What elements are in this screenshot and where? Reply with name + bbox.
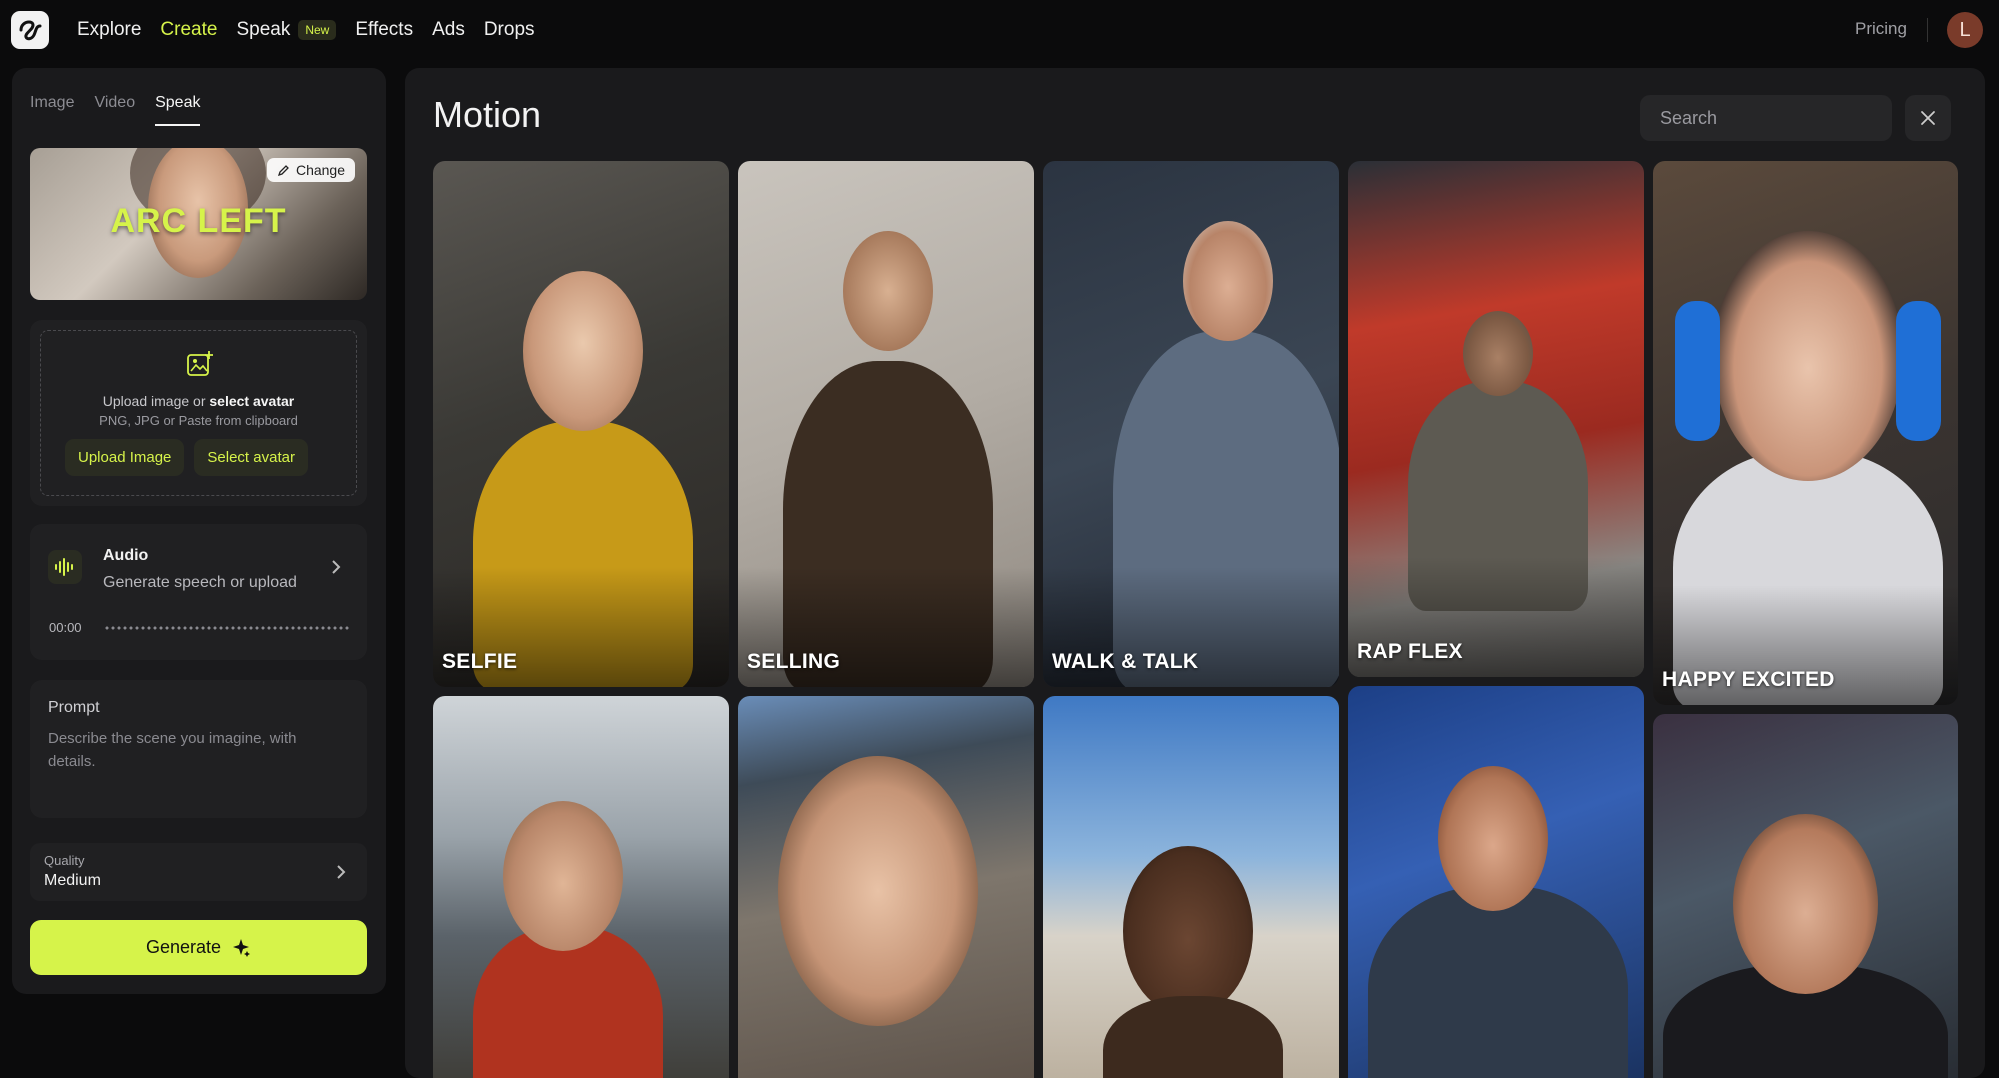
card-label: SELLING	[747, 650, 841, 673]
avatar-preview: ARC LEFT Change	[30, 148, 367, 300]
search-input[interactable]	[1640, 95, 1892, 141]
nav-create[interactable]: Create	[160, 19, 217, 41]
close-icon	[1921, 111, 1935, 125]
card-face	[1463, 311, 1533, 396]
prompt-title: Prompt	[48, 699, 100, 716]
motion-panel: Motion SELFIE SELLING WALK & TALK RAP FL…	[405, 68, 1985, 1078]
change-button[interactable]: Change	[266, 158, 355, 182]
motion-card-rap-flex[interactable]: RAP FLEX	[1348, 161, 1644, 677]
audio-section[interactable]: Audio Generate speech or upload 00:00	[30, 524, 367, 660]
page-title: Motion	[433, 94, 542, 135]
card-face	[503, 801, 623, 951]
card-face	[1713, 231, 1903, 481]
left-panel: Image Video Speak ARC LEFT Change Upload…	[12, 68, 386, 994]
close-button[interactable]	[1905, 95, 1951, 141]
card-face	[1123, 846, 1253, 1016]
mode-tabs: Image Video Speak	[30, 94, 201, 126]
select-avatar-link[interactable]: select avatar	[209, 393, 294, 409]
generate-button[interactable]: Generate	[30, 920, 367, 975]
preview-overlay-text: ARC LEFT	[110, 202, 287, 240]
audio-subtitle: Generate speech or upload	[103, 574, 297, 591]
nav-effects[interactable]: Effects	[355, 19, 413, 41]
prompt-input[interactable]: Describe the scene you imagine, with det…	[48, 727, 348, 773]
card-face	[843, 231, 933, 351]
chevron-right-icon[interactable]	[330, 558, 342, 576]
waveform-icon	[48, 550, 82, 584]
card-label: HAPPY EXCITED	[1662, 668, 1835, 691]
select-avatar-button[interactable]: Select avatar	[194, 439, 308, 476]
motion-card-happy-excited[interactable]: HAPPY EXCITED	[1653, 161, 1958, 705]
quality-value: Medium	[44, 872, 101, 889]
upload-area: Upload image or select avatar PNG, JPG o…	[30, 320, 367, 506]
motion-card-walk-talk[interactable]: WALK & TALK	[1043, 161, 1339, 687]
nav-explore[interactable]: Explore	[77, 19, 141, 41]
card-person	[1368, 886, 1628, 1078]
motion-card-car[interactable]	[738, 696, 1034, 1078]
audio-time: 00:00	[49, 620, 82, 635]
main-nav: Explore Create Speak New Effects Ads Dro…	[77, 0, 554, 60]
logo-icon	[19, 20, 42, 41]
quality-label: Quality	[44, 853, 85, 868]
card-face	[778, 756, 978, 1026]
motion-card-gamer[interactable]	[1653, 714, 1958, 1078]
card-face	[1438, 766, 1548, 911]
card-label: RAP FLEX	[1357, 640, 1463, 663]
headphone-left	[1675, 301, 1720, 441]
headphone-right	[1896, 301, 1941, 441]
user-avatar[interactable]: L	[1947, 12, 1983, 48]
motion-card-mountain[interactable]	[433, 696, 729, 1078]
card-face	[523, 271, 643, 431]
quality-selector[interactable]: Quality Medium	[30, 843, 367, 901]
chevron-right-icon	[337, 865, 346, 879]
card-label: WALK & TALK	[1052, 650, 1199, 673]
change-label: Change	[295, 162, 345, 178]
nav-divider	[1927, 18, 1928, 42]
motion-card-beach[interactable]	[1043, 696, 1339, 1078]
pencil-icon	[277, 164, 289, 176]
motion-card-selling[interactable]: SELLING	[738, 161, 1034, 687]
audio-waveform[interactable]	[104, 626, 350, 630]
image-add-icon	[187, 351, 213, 376]
upload-buttons: Upload Image Select avatar	[65, 439, 308, 476]
top-navigation: Explore Create Speak New Effects Ads Dro…	[0, 0, 1999, 60]
nav-drops[interactable]: Drops	[484, 19, 535, 41]
tab-speak[interactable]: Speak	[155, 94, 201, 126]
prompt-section[interactable]: Prompt Describe the scene you imagine, w…	[30, 680, 367, 818]
nav-speak[interactable]: Speak	[236, 19, 290, 41]
card-face	[1183, 221, 1273, 341]
nav-ads[interactable]: Ads	[432, 19, 465, 41]
generate-label: Generate	[145, 937, 222, 957]
card-label: SELFIE	[442, 650, 518, 673]
upload-instructions: Upload image or select avatar	[41, 393, 356, 409]
upload-image-button[interactable]: Upload Image	[65, 439, 185, 476]
nav-pricing[interactable]: Pricing	[1855, 19, 1907, 39]
motion-card-selfie[interactable]: SELFIE	[433, 161, 729, 687]
sparkle-icon	[233, 938, 251, 957]
tab-video[interactable]: Video	[94, 94, 135, 126]
upload-dropzone[interactable]: Upload image or select avatar PNG, JPG o…	[40, 330, 357, 496]
card-face	[1733, 814, 1878, 994]
motion-card-speaker[interactable]	[1348, 686, 1644, 1078]
app-logo[interactable]	[11, 11, 49, 49]
audio-title: Audio	[103, 547, 149, 564]
tab-image[interactable]: Image	[30, 94, 74, 126]
upload-formats: PNG, JPG or Paste from clipboard	[99, 413, 298, 428]
upload-prefix: Upload image or	[102, 393, 210, 409]
new-badge: New	[298, 20, 337, 40]
